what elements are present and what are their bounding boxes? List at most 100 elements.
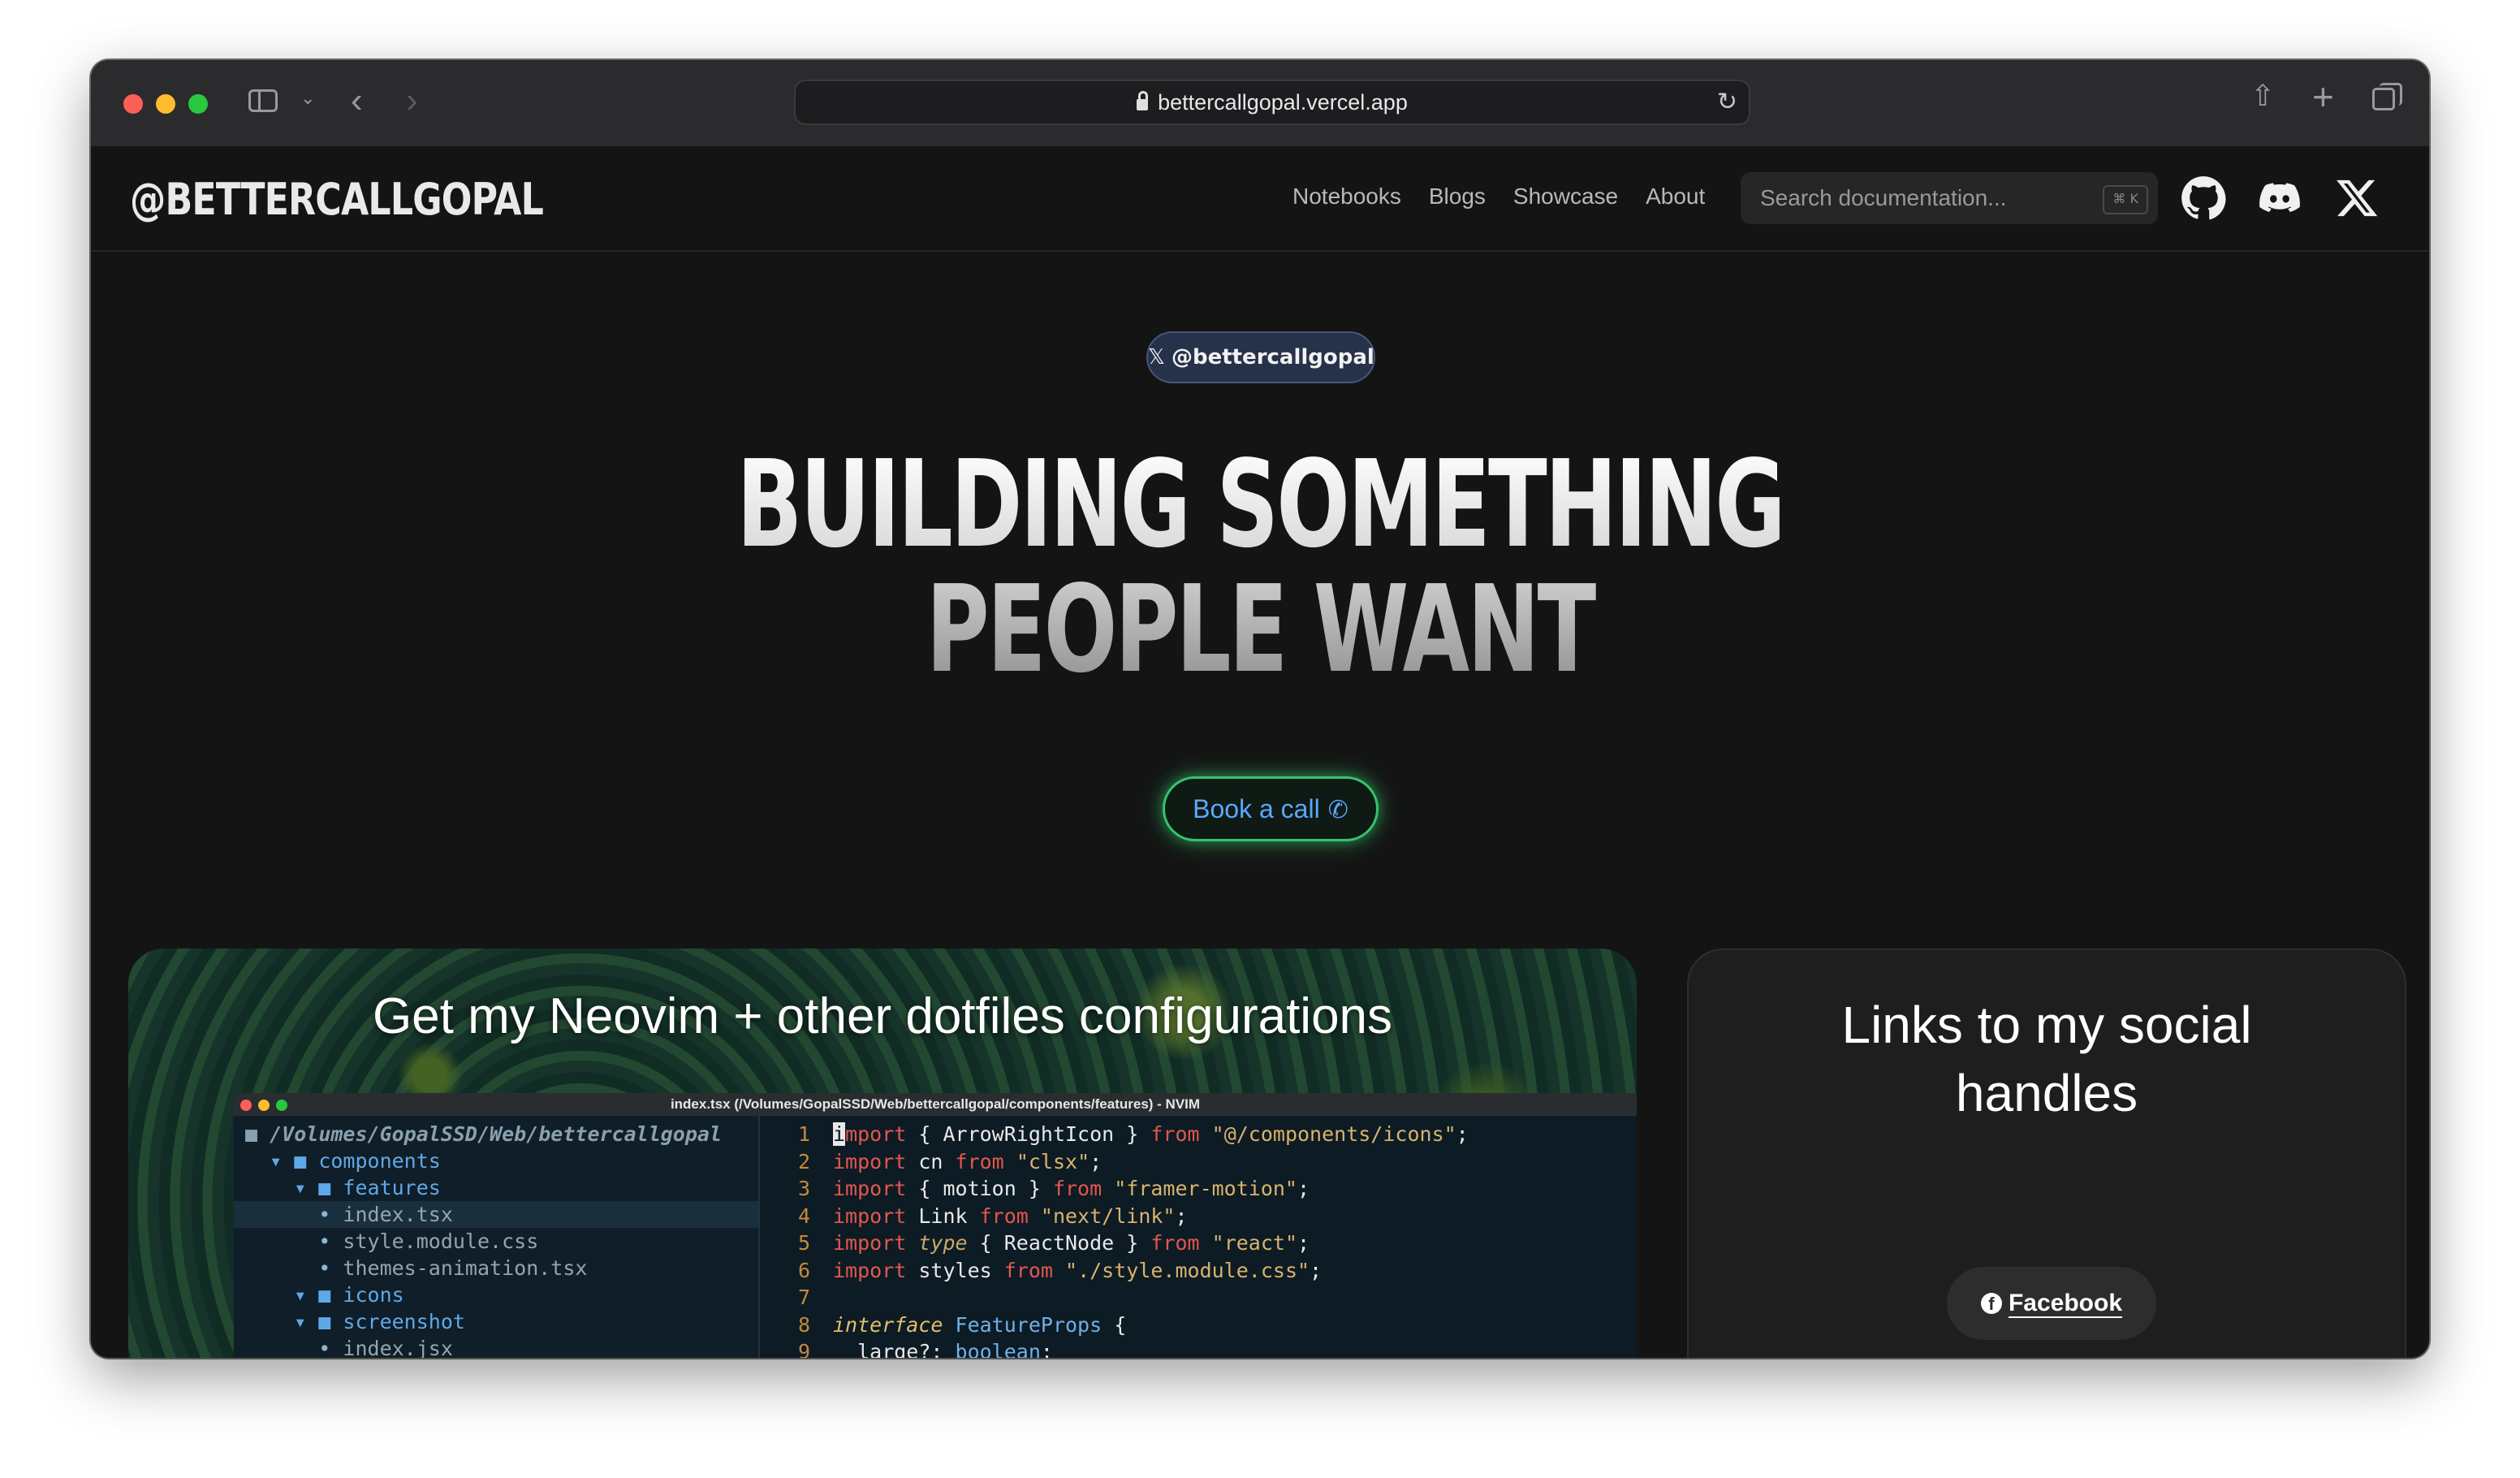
code-text: import styles from "./style.module.css"; bbox=[833, 1258, 1323, 1282]
file-tree: ■ /Volumes/GopalSSD/Web/bettercallgopal … bbox=[234, 1116, 760, 1358]
neovim-screenshot: index.tsx (/Volumes/GopalSSD/Web/betterc… bbox=[234, 1093, 1637, 1358]
book-a-call-label: Book a call bbox=[1193, 794, 1320, 823]
hero-title-line-2: PEOPLE WANT bbox=[926, 560, 1594, 699]
tab-overview-icon[interactable] bbox=[2372, 83, 2402, 110]
code-line: 8 interface FeatureProps { bbox=[758, 1312, 1637, 1339]
browser-window: ⌄ ‹ › bettercallgopal.vercel.app ↻ ⇧ + @… bbox=[91, 60, 2429, 1358]
folder-icon: ▾ ■ bbox=[245, 1176, 343, 1199]
forward-arrow-icon[interactable]: › bbox=[406, 83, 418, 119]
search-placeholder: Search documentation... bbox=[1760, 185, 2007, 210]
code-line: 7 bbox=[758, 1284, 1637, 1312]
discord-icon[interactable] bbox=[2257, 175, 2302, 221]
facebook-icon: f bbox=[1980, 1293, 2002, 1314]
hero-title-line-1: BUILDING SOMETHING bbox=[736, 434, 1784, 574]
line-number: 3 bbox=[797, 1177, 810, 1200]
code-text: large?: boolean; bbox=[833, 1340, 1053, 1358]
folder-icon: ▾ ■ bbox=[245, 1149, 319, 1173]
code-text: import type { ReactNode } from "react"; bbox=[833, 1231, 1310, 1255]
main-nav: Notebooks Blogs Showcase About bbox=[1292, 184, 1732, 210]
browser-toolbar: ⌄ ‹ › bettercallgopal.vercel.app ↻ ⇧ + bbox=[91, 60, 2429, 148]
share-icon[interactable]: ⇧ bbox=[2250, 81, 2275, 110]
search-input[interactable]: Search documentation... ⌘ K bbox=[1741, 172, 2158, 224]
terminal-title: index.tsx (/Volumes/GopalSSD/Web/betterc… bbox=[670, 1096, 1201, 1112]
site-logo[interactable]: @BETTERCALLGOPAL bbox=[130, 174, 544, 225]
nav-blogs[interactable]: Blogs bbox=[1429, 184, 1486, 210]
file-tree-label: components bbox=[318, 1149, 441, 1173]
code-line: 9 large?: boolean; bbox=[758, 1338, 1637, 1358]
zoom-window-button[interactable] bbox=[188, 94, 208, 114]
line-number: 1 bbox=[797, 1122, 810, 1146]
line-number: 2 bbox=[797, 1149, 810, 1173]
social-card-title-text: Links to my social handles bbox=[1841, 996, 2252, 1122]
hero-title: BUILDING SOMETHING PEOPLE WANT bbox=[418, 442, 2102, 692]
line-number: 6 bbox=[797, 1258, 810, 1282]
url-text: bettercallgopal.vercel.app bbox=[1158, 90, 1408, 115]
code-text: import { motion } from "framer-motion"; bbox=[833, 1177, 1310, 1200]
file-tree-label: screenshot bbox=[343, 1310, 465, 1333]
file-tree-label: index.tsx bbox=[343, 1203, 453, 1226]
nav-about[interactable]: About bbox=[1646, 184, 1705, 210]
dotfiles-card[interactable]: Get my Neovim + other dotfiles configura… bbox=[128, 949, 1637, 1358]
file-tree-label: features bbox=[343, 1176, 441, 1199]
code-text: import { ArrowRightIcon } from "@/compon… bbox=[833, 1122, 1469, 1146]
file-tree-label: /Volumes/GopalSSD/Web/bettercallgopal bbox=[270, 1122, 723, 1146]
file-tree-row[interactable]: • style.module.css bbox=[234, 1228, 758, 1255]
book-a-call-button[interactable]: Book a call ✆ bbox=[1163, 776, 1379, 841]
line-number: 8 bbox=[797, 1312, 810, 1337]
code-text: import cn from "clsx"; bbox=[833, 1149, 1102, 1173]
code-line: 3 import { motion } from "framer-motion"; bbox=[758, 1175, 1637, 1203]
dotfiles-card-title: Get my Neovim + other dotfiles configura… bbox=[372, 988, 1393, 1044]
file-tree-row[interactable]: ▾ ■ features bbox=[234, 1174, 758, 1201]
code-editor: 1 import { ArrowRightIcon } from "@/compo… bbox=[758, 1116, 1637, 1358]
x-twitter-icon[interactable] bbox=[2335, 175, 2380, 221]
file-icon: • bbox=[245, 1203, 343, 1226]
file-icon: • bbox=[245, 1337, 343, 1358]
search-shortcut: ⌘ K bbox=[2103, 185, 2148, 214]
twitter-handle-badge[interactable]: 𝕏 @bettercallgopal bbox=[1146, 331, 1375, 383]
file-tree-row[interactable]: • index.jsx bbox=[234, 1335, 758, 1358]
folder-icon: ▾ ■ bbox=[245, 1283, 343, 1307]
new-tab-icon[interactable]: + bbox=[2312, 78, 2334, 115]
file-tree-row[interactable]: ▾ ■ screenshot bbox=[234, 1308, 758, 1335]
close-window-button[interactable] bbox=[123, 94, 143, 114]
lock-icon bbox=[1137, 91, 1149, 110]
sidebar-toggle-icon[interactable] bbox=[248, 89, 278, 112]
file-tree-row[interactable]: ▾ ■ icons bbox=[234, 1281, 758, 1308]
file-tree-label: themes-animation.tsx bbox=[343, 1256, 588, 1280]
file-tree-row[interactable]: • index.tsx bbox=[234, 1201, 758, 1228]
reload-icon[interactable]: ↻ bbox=[1717, 81, 1737, 123]
line-number: 4 bbox=[797, 1204, 810, 1228]
file-tree-row[interactable]: ▾ ■ components bbox=[234, 1147, 758, 1174]
social-card-title: Links to my social handles bbox=[1689, 991, 2405, 1127]
code-line: 2 import cn from "clsx"; bbox=[758, 1148, 1637, 1176]
address-bar[interactable]: bettercallgopal.vercel.app ↻ bbox=[794, 80, 1750, 125]
minimize-window-button[interactable] bbox=[156, 94, 175, 114]
file-tree-row[interactable]: • themes-animation.tsx bbox=[234, 1255, 758, 1281]
file-tree-label: icons bbox=[343, 1283, 404, 1307]
file-icon: • bbox=[245, 1256, 343, 1280]
github-icon[interactable] bbox=[2181, 175, 2226, 221]
terminal-close-dot bbox=[240, 1100, 252, 1111]
terminal-minimize-dot bbox=[258, 1100, 270, 1111]
phone-icon: ✆ bbox=[1327, 797, 1348, 823]
file-tree-label: style.module.css bbox=[343, 1230, 539, 1253]
terminal-zoom-dot bbox=[276, 1100, 287, 1111]
folder-icon: ▾ ■ bbox=[245, 1310, 343, 1333]
line-number: 5 bbox=[797, 1231, 810, 1255]
file-tree-label: index.jsx bbox=[343, 1337, 453, 1358]
code-line: 4 import Link from "next/link"; bbox=[758, 1203, 1637, 1230]
line-number: 9 bbox=[797, 1340, 810, 1358]
facebook-button[interactable]: f Facebook bbox=[1947, 1267, 2156, 1340]
file-icon: • bbox=[245, 1230, 343, 1253]
site-header: @BETTERCALLGOPAL Notebooks Blogs Showcas… bbox=[91, 146, 2429, 252]
file-tree-row[interactable]: ■ /Volumes/GopalSSD/Web/bettercallgopal bbox=[234, 1121, 758, 1147]
back-arrow-icon[interactable]: ‹ bbox=[351, 83, 363, 119]
nav-showcase[interactable]: Showcase bbox=[1513, 184, 1618, 210]
terminal-titlebar: index.tsx (/Volumes/GopalSSD/Web/betterc… bbox=[234, 1093, 1637, 1116]
code-text: interface FeatureProps { bbox=[833, 1312, 1127, 1337]
nav-notebooks[interactable]: Notebooks bbox=[1292, 184, 1401, 210]
chevron-down-icon[interactable]: ⌄ bbox=[300, 89, 315, 107]
line-number: 7 bbox=[797, 1286, 810, 1309]
code-line: 6 import styles from "./style.module.css"… bbox=[758, 1257, 1637, 1285]
x-logo-icon: 𝕏 bbox=[1148, 345, 1165, 370]
